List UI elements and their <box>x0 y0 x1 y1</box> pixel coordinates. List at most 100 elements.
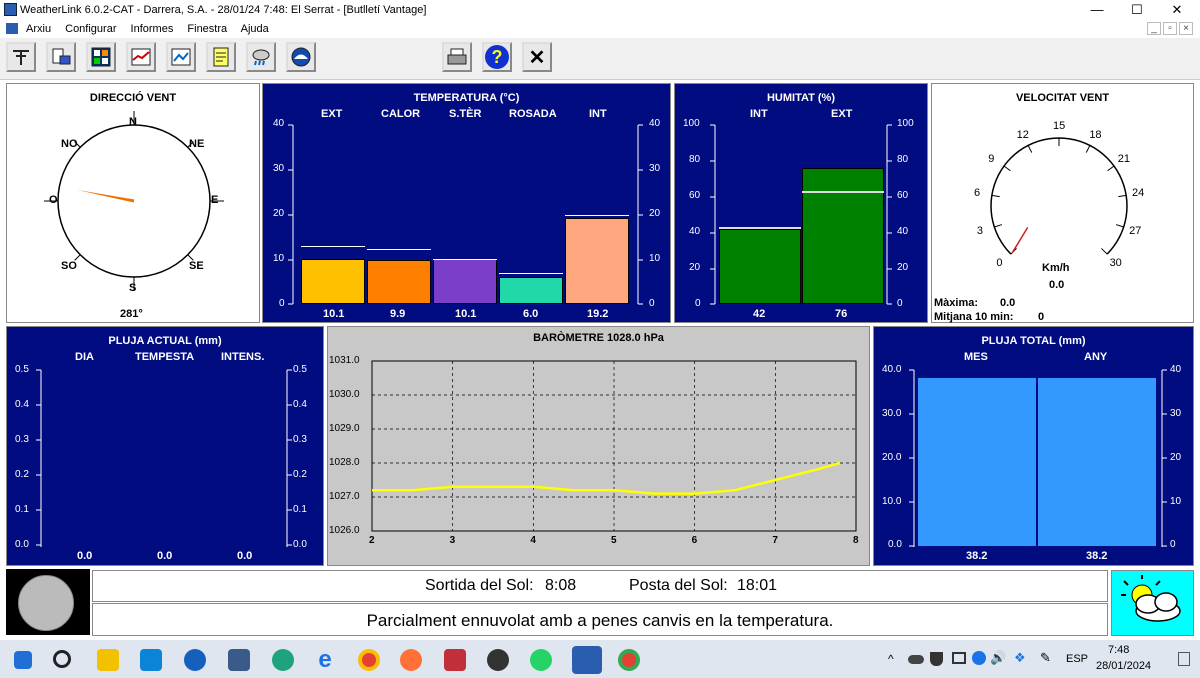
shield-icon[interactable] <box>930 652 943 666</box>
app-red-icon[interactable] <box>444 649 466 671</box>
temp-value-ster: 10.1 <box>455 308 477 320</box>
hum-value-int: 42 <box>753 308 766 320</box>
baro-y-tick: 1027.0 <box>329 491 360 502</box>
volume-icon[interactable]: 🔊 <box>990 650 1006 666</box>
sunrise-time: 8:08 <box>545 577 577 594</box>
temperature-panel: TEMPERATURA (°C) EXT CALOR S.TÈR ROSADA … <box>262 83 671 323</box>
compass-n: N <box>129 116 137 128</box>
speed-tick-label: 30 <box>1109 256 1122 269</box>
rain-value-tempesta: 0.0 <box>157 550 173 562</box>
speed-tick <box>1003 165 1011 172</box>
edge-icon[interactable] <box>272 649 294 671</box>
compass-se: SE <box>189 260 204 272</box>
chrome-icon[interactable] <box>358 649 380 671</box>
temp-value-int: 19.2 <box>587 308 609 320</box>
menu-arxiu[interactable]: Arxiu <box>26 23 51 35</box>
menu-configurar[interactable]: Configurar <box>65 23 116 35</box>
forecast-text: Parcialment ennuvolat amb a penes canvis… <box>366 611 834 630</box>
windows-start-icon[interactable] <box>14 651 32 669</box>
baro-y-tick: 1030.0 <box>329 389 360 400</box>
wind-speed-value: 0.0 <box>1049 279 1065 291</box>
display-icon[interactable] <box>952 652 966 664</box>
close-icon[interactable]: ✕ <box>522 42 552 72</box>
baro-x-tick: 2 <box>369 535 375 546</box>
ie-icon[interactable]: e <box>314 648 336 672</box>
chrome-alt-icon[interactable] <box>618 649 640 671</box>
app-person-icon[interactable] <box>487 649 509 671</box>
humidity-panel: HUMITAT (%) INT EXT 100 80 60 40 20 0 10… <box>674 83 928 323</box>
rain-current-axes <box>36 369 292 547</box>
compass-o: O <box>49 194 58 206</box>
menu-ajuda[interactable]: Ajuda <box>241 23 269 35</box>
mdi-restore-button[interactable]: ▫ <box>1163 22 1177 35</box>
speed-tick-label: 6 <box>973 187 981 200</box>
temp-value-calor: 9.9 <box>390 308 406 320</box>
speed-tick-label: 27 <box>1129 224 1142 237</box>
app-tray-icon[interactable] <box>972 651 986 665</box>
sunset-label: Posta del Sol: <box>629 577 728 594</box>
sunset-time: 18:01 <box>737 577 778 594</box>
speed-tick <box>1085 145 1091 153</box>
notification-icon[interactable] <box>1178 652 1190 666</box>
temperature-axes <box>288 124 643 305</box>
app-icon <box>4 3 17 16</box>
close-window-button[interactable]: ✕ <box>1154 0 1200 20</box>
clock-time[interactable]: 7:48 <box>1108 644 1129 656</box>
wind-direction-value: 281° <box>120 308 143 320</box>
speed-tick-label: 9 <box>988 152 995 165</box>
firefox-icon[interactable] <box>400 649 422 671</box>
menu-informes[interactable]: Informes <box>131 23 174 35</box>
speed-tick-label: 18 <box>1089 128 1102 141</box>
wind-avg-label: Mitjana 10 min: <box>934 311 1014 323</box>
speed-tick-label: 12 <box>1016 128 1029 141</box>
baro-x-tick: 5 <box>611 535 617 546</box>
weather-cloud-icon[interactable] <box>246 42 276 72</box>
browser-icon[interactable] <box>184 649 206 671</box>
pen-icon[interactable]: ✎ <box>1040 650 1051 666</box>
baro-x-tick: 7 <box>772 535 778 546</box>
speed-tick <box>994 224 1003 228</box>
store-icon[interactable] <box>140 649 162 671</box>
compass-no: NO <box>61 138 78 150</box>
barometer-chart <box>371 360 857 532</box>
humidity-axes <box>710 124 892 305</box>
forecast-icon-panel <box>1111 570 1194 636</box>
speed-tick-label: 15 <box>1053 120 1066 132</box>
download-icon[interactable] <box>46 42 76 72</box>
mdi-minimize-button[interactable]: _ <box>1147 22 1161 35</box>
rain-value-mes: 38.2 <box>966 550 988 562</box>
notes-icon[interactable] <box>206 42 236 72</box>
noaa-icon[interactable] <box>286 42 316 72</box>
speed-tick <box>1118 194 1127 198</box>
baro-y-tick: 1028.0 <box>329 457 360 468</box>
speed-tick-label: 0 <box>996 256 1003 269</box>
temp-value-rosada: 6.0 <box>523 308 539 320</box>
moon-icon <box>18 575 74 631</box>
station-icon[interactable] <box>6 42 36 72</box>
help-button[interactable]: ? <box>482 42 512 72</box>
baro-x-tick: 8 <box>853 535 859 546</box>
graph-icon[interactable] <box>126 42 156 72</box>
hum-value-ext: 76 <box>835 308 848 320</box>
dropbox-icon[interactable]: ❖ <box>1014 650 1026 666</box>
weatherlink-taskbar-icon[interactable] <box>572 646 602 674</box>
speed-needle <box>1011 227 1029 254</box>
whatsapp-icon[interactable] <box>530 649 552 671</box>
menu-bar: Arxiu Configurar Informes Finestra Ajuda <box>0 20 1200 38</box>
clock-date[interactable]: 28/01/2024 <box>1096 660 1151 672</box>
language-indicator[interactable]: ESP <box>1066 653 1088 665</box>
tray-chevron-icon[interactable]: ^ <box>888 652 894 666</box>
file-explorer-icon[interactable] <box>97 649 119 671</box>
plot-icon[interactable] <box>166 42 196 72</box>
compass-so: SO <box>61 260 77 272</box>
speed-tick <box>1115 224 1124 228</box>
barometer-panel: BARÒMETRE 1028.0 hPa 1031.0 1030.0 1029.0 1… <box>327 326 870 566</box>
print-icon[interactable] <box>442 42 472 72</box>
menu-finestra[interactable]: Finestra <box>187 23 227 35</box>
compass-ne: NE <box>189 138 205 150</box>
search-icon[interactable] <box>53 650 71 668</box>
mdi-close-button[interactable]: × <box>1179 22 1193 35</box>
bulletin-icon[interactable] <box>86 42 116 72</box>
cloud-tray-icon[interactable] <box>908 655 924 664</box>
laptop-icon[interactable] <box>228 649 250 671</box>
